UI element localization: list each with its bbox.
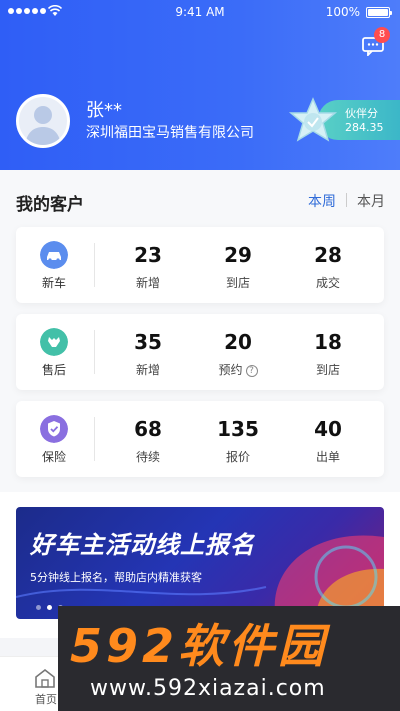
card-label-new-car: 新车 bbox=[41, 276, 66, 290]
tab-this-week[interactable]: 本周 bbox=[308, 191, 336, 211]
stat-label: 待续 bbox=[135, 450, 160, 464]
stat-label: 新增 bbox=[135, 276, 160, 290]
after-sales-icon bbox=[40, 328, 68, 356]
battery-icon bbox=[366, 7, 392, 18]
stat-value: 20 bbox=[224, 330, 252, 354]
stat-label: 报价 bbox=[225, 450, 250, 464]
banner-title: 好车主活动线上报名 bbox=[30, 531, 255, 559]
section-title: 我的客户 bbox=[16, 195, 84, 215]
user-silhouette-icon bbox=[25, 106, 61, 145]
home-icon[interactable] bbox=[34, 668, 56, 688]
stat-value: 135 bbox=[217, 417, 259, 441]
stat-value: 68 bbox=[134, 417, 162, 441]
stat-label: 成交 bbox=[315, 276, 340, 290]
card-divider bbox=[94, 417, 95, 461]
avatar[interactable] bbox=[16, 94, 70, 148]
card-divider bbox=[94, 330, 95, 374]
banner-background-art bbox=[16, 535, 384, 619]
new-car-card[interactable]: 新车 23 新增 29 到店 28 成交 bbox=[16, 227, 384, 303]
stat-label: 新增 bbox=[135, 363, 160, 377]
stat-value: 18 bbox=[314, 330, 342, 354]
tab-this-month[interactable]: 本月 bbox=[357, 191, 385, 211]
watermark-brand: 592软件园 bbox=[70, 619, 329, 673]
after-sales-card[interactable]: 售后 35 新增 20 预约? 18 到店 bbox=[16, 314, 384, 390]
user-name: 张** bbox=[86, 100, 122, 121]
watermark-url: www.592xiazai.com bbox=[90, 676, 326, 701]
stat-value: 28 bbox=[314, 243, 342, 267]
partner-score-label: 伙伴分 bbox=[345, 107, 378, 120]
carousel-dot bbox=[47, 605, 52, 610]
profile-header: 9:41 AM 100% bbox=[0, 0, 400, 170]
company-name: 深圳福田宝马销售有限公司 bbox=[86, 125, 254, 141]
period-divider bbox=[346, 193, 347, 207]
stat-label: 到店 bbox=[225, 276, 250, 290]
partner-score-value: 284.35 bbox=[345, 121, 384, 134]
stat-label-with-help: 预约? bbox=[208, 361, 268, 378]
stat-value: 40 bbox=[314, 417, 342, 441]
stat-value: 29 bbox=[224, 243, 252, 267]
star-badge-icon bbox=[288, 97, 338, 142]
banner-subtitle: 5分钟线上报名，帮助店内精准获客 bbox=[30, 571, 202, 584]
insurance-card[interactable]: 保险 68 待续 135 报价 40 出单 bbox=[16, 401, 384, 477]
carousel-dot bbox=[36, 605, 41, 610]
message-count-badge: 8 bbox=[374, 27, 390, 43]
question-icon[interactable]: ? bbox=[245, 365, 258, 377]
car-icon bbox=[40, 241, 68, 269]
stat-label: 出单 bbox=[315, 450, 340, 464]
stat-label: 到店 bbox=[315, 363, 340, 377]
stat-value: 23 bbox=[134, 243, 162, 267]
promo-banner[interactable]: 好车主活动线上报名 5分钟线上报名，帮助店内精准获客 bbox=[16, 507, 384, 619]
status-bar: 9:41 AM 100% bbox=[0, 0, 400, 24]
insurance-shield-icon bbox=[40, 415, 68, 443]
battery-percent: 100% bbox=[325, 5, 360, 19]
tab-home-label[interactable]: 首页 bbox=[35, 691, 57, 707]
stat-value: 35 bbox=[134, 330, 162, 354]
card-label-after-sales: 售后 bbox=[41, 363, 66, 377]
stat-label: 预约 bbox=[218, 363, 243, 377]
card-divider bbox=[94, 243, 95, 287]
card-label-insurance: 保险 bbox=[41, 450, 66, 464]
